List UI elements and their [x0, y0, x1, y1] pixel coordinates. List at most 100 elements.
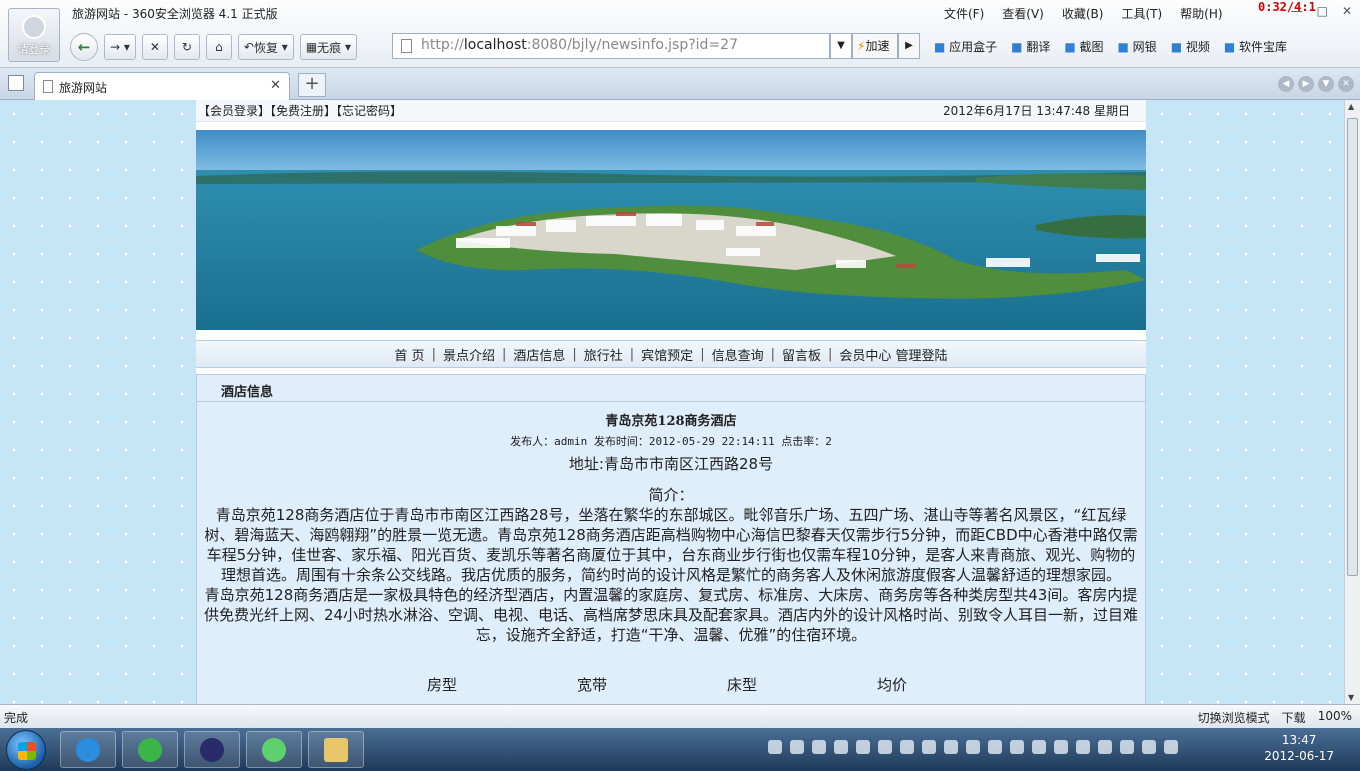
plugin-ebank[interactable]: 网银 — [1118, 38, 1157, 55]
tray-icon[interactable] — [834, 740, 848, 754]
tab-scroll-right-icon[interactable]: ▶ — [1298, 76, 1314, 92]
nav-member-center[interactable]: 会员中心 — [839, 345, 891, 364]
avatar-icon — [22, 15, 46, 39]
back-button[interactable]: ← — [70, 33, 98, 61]
tab-list-icon[interactable]: ▼ — [1318, 76, 1334, 92]
taskbar-clock[interactable]: 13:47 2012-06-17 — [1264, 732, 1334, 764]
menu-help[interactable]: 帮助(H) — [1180, 5, 1222, 22]
restore-button[interactable]: ↶ 恢复 ▾ — [237, 34, 294, 60]
login-avatar-button[interactable]: 请登录 — [8, 8, 60, 62]
volume-icon[interactable] — [1164, 740, 1178, 754]
stop-button[interactable]: ✕ — [141, 34, 168, 60]
tray-icon[interactable] — [1142, 740, 1156, 754]
tray-icon[interactable] — [966, 740, 980, 754]
article-body: 青岛京苑128商务酒店 发布人：admin 发布时间：2012-05-29 22… — [196, 402, 1146, 704]
nav-attractions[interactable]: 景点介绍 — [443, 345, 495, 364]
tray-icon[interactable] — [922, 740, 936, 754]
tab-scroll-left-icon[interactable]: ◀ — [1278, 76, 1294, 92]
header-broadband: 宽带 — [576, 676, 607, 694]
scroll-down-icon[interactable]: ▼ — [1348, 693, 1354, 702]
close-tab-icon[interactable]: ✕ — [270, 78, 281, 93]
tray-icon[interactable] — [856, 740, 870, 754]
refresh-icon: ↻ — [181, 40, 192, 54]
private-label: 无痕 — [317, 40, 342, 55]
tray-icon[interactable] — [1032, 740, 1046, 754]
minimize-icon[interactable]: — — [1291, 4, 1303, 18]
tray-icon[interactable] — [944, 740, 958, 754]
start-button[interactable] — [6, 730, 46, 770]
plugin-screenshot[interactable]: 截图 — [1064, 38, 1104, 55]
menu-favorites[interactable]: 收藏(B) — [1062, 5, 1104, 22]
window-title: 旅游网站 - 360安全浏览器 4.1 正式版 — [72, 7, 278, 21]
taskbar-explorer[interactable] — [308, 731, 364, 768]
zoom-level[interactable]: 100% — [1318, 709, 1352, 726]
go-button[interactable]: ▶ — [898, 33, 920, 59]
tray-icon[interactable] — [1098, 740, 1112, 754]
url-rest: :8080/bjly/newsinfo.jsp?id=27 — [526, 37, 738, 53]
sidebar-toggle-icon[interactable] — [8, 75, 24, 91]
nav-booking[interactable]: 宾馆预定 — [641, 345, 693, 364]
tray-icon[interactable] — [1010, 740, 1024, 754]
address-bar[interactable]: http://localhost:8080/bjly/newsinfo.jsp?… — [392, 33, 830, 59]
folder-icon — [324, 737, 348, 762]
tab-title: 旅游网站 — [59, 81, 108, 95]
download-button[interactable]: 下载 — [1282, 709, 1306, 726]
scroll-thumb[interactable] — [1347, 118, 1358, 576]
close-window-icon[interactable]: ✕ — [1342, 4, 1352, 18]
plugin-video[interactable]: 视频 — [1171, 38, 1210, 55]
tab-current[interactable]: 旅游网站 ✕ — [34, 72, 290, 100]
page-viewport: 【会员登录】【免费注册】【忘记密码】 2012年6月17日 13:47:48 星… — [0, 100, 1344, 704]
home-icon: ⌂ — [215, 40, 223, 54]
tray-icon[interactable] — [1120, 740, 1134, 754]
main-navigation: 首 页 | 景点介绍 | 酒店信息 | 旅行社 | 宾馆预定 | 信息查询 | 留言板 | 会… — [196, 340, 1146, 368]
system-tray — [768, 740, 1178, 754]
private-mode-button[interactable]: ▦ 无痕 ▾ — [299, 34, 358, 60]
nav-guestbook[interactable]: 留言板 — [782, 345, 821, 364]
tab-close-all-icon[interactable]: ✕ — [1338, 76, 1354, 92]
tray-icon[interactable] — [900, 740, 914, 754]
taskbar-globe-app[interactable] — [246, 731, 302, 768]
header-bed-type: 床型 — [726, 676, 757, 694]
tray-icon[interactable] — [1054, 740, 1068, 754]
nav-travel-agency[interactable]: 旅行社 — [584, 345, 623, 364]
nav-home[interactable]: 首 页 — [394, 345, 424, 364]
menu-view[interactable]: 查看(V) — [1002, 5, 1044, 22]
nav-admin-login[interactable]: 管理登陆 — [896, 345, 948, 364]
plugin-software[interactable]: 软件宝库 — [1224, 38, 1287, 55]
new-tab-button[interactable]: + — [298, 73, 326, 97]
status-bar: 完成 切换浏览模式 下载 100% — [0, 704, 1360, 728]
accelerate-button[interactable]: ⚡加速 — [852, 33, 898, 59]
url-prefix: http:// — [421, 37, 464, 53]
menu-tools[interactable]: 工具(T) — [1121, 5, 1162, 22]
tray-icon[interactable] — [988, 740, 1002, 754]
menu-file[interactable]: 文件(F) — [944, 5, 984, 22]
taskbar-360-browser[interactable] — [122, 731, 178, 768]
article-meta: 发布人：admin 发布时间：2012-05-29 22:14:11 点击率：2 — [510, 435, 832, 448]
tray-icon[interactable] — [768, 740, 782, 754]
globe-icon — [262, 737, 286, 762]
scroll-up-icon[interactable]: ▲ — [1348, 102, 1354, 111]
taskbar-eclipse[interactable] — [184, 731, 240, 768]
browser-360-icon — [138, 737, 162, 762]
tray-icon[interactable] — [790, 740, 804, 754]
tray-icon[interactable] — [878, 740, 892, 754]
maximize-icon[interactable]: □ — [1317, 4, 1328, 18]
header-room-type: 房型 — [426, 676, 457, 694]
switch-mode-button[interactable]: 切换浏览模式 — [1198, 709, 1270, 726]
windows-taskbar: 13:47 2012-06-17 — [0, 728, 1360, 771]
refresh-button[interactable]: ↻ — [173, 34, 200, 60]
article-title: 青岛京苑128商务酒店 — [605, 414, 737, 429]
member-links[interactable]: 【会员登录】【免费注册】【忘记密码】 — [198, 102, 402, 119]
tray-icon[interactable] — [1076, 740, 1090, 754]
vertical-scrollbar[interactable]: ▲ ▼ — [1344, 100, 1360, 704]
home-button[interactable]: ⌂ — [205, 34, 232, 60]
nav-info-query[interactable]: 信息查询 — [712, 345, 764, 364]
nav-hotels[interactable]: 酒店信息 — [513, 345, 565, 364]
plugin-app-box[interactable]: 应用盒子 — [934, 38, 997, 55]
plugin-translate[interactable]: 翻译 — [1011, 38, 1050, 55]
forward-button[interactable]: → ▾ — [104, 34, 136, 60]
taskbar-ie[interactable] — [60, 731, 116, 768]
tray-icon[interactable] — [812, 740, 826, 754]
current-datetime: 2012年6月17日 13:47:48 星期日 — [943, 104, 1130, 118]
address-dropdown-button[interactable]: ▼ — [830, 33, 852, 59]
